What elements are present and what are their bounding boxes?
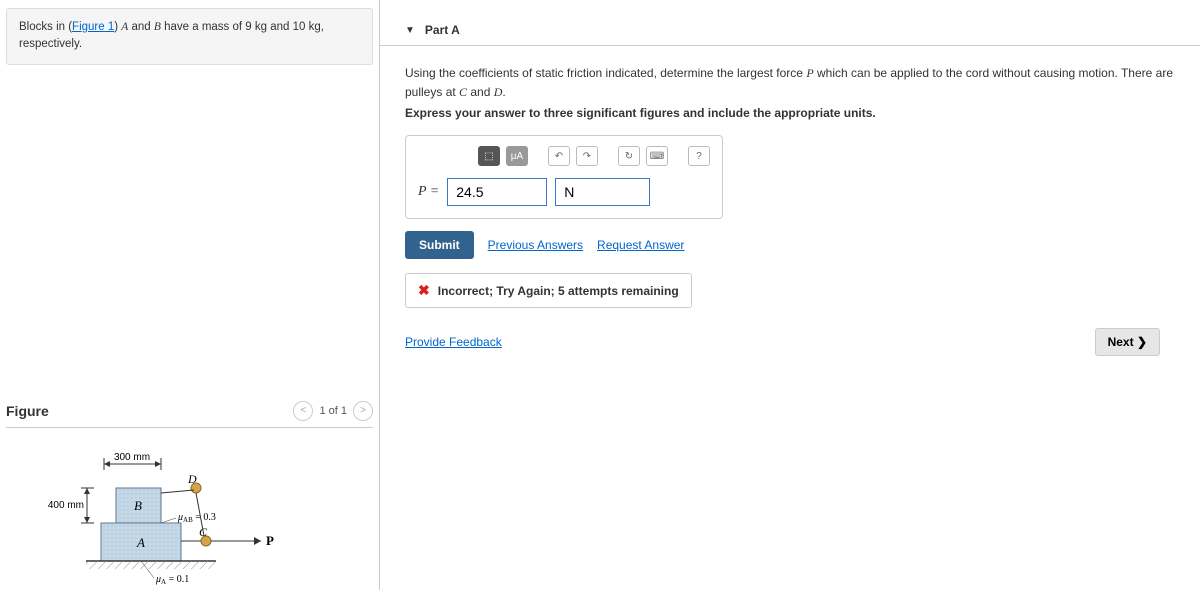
undo-button[interactable]: ↶ xyxy=(548,146,570,166)
label-p: P xyxy=(266,533,274,548)
problem-statement: Blocks in (Figure 1) A and B have a mass… xyxy=(6,8,373,65)
previous-answers-link[interactable]: Previous Answers xyxy=(488,238,583,252)
feedback-box: ✖ Incorrect; Try Again; 5 attempts remai… xyxy=(405,273,692,308)
help-button[interactable]: ? xyxy=(688,146,710,166)
provide-feedback-link[interactable]: Provide Feedback xyxy=(405,335,502,349)
value-input[interactable] xyxy=(447,178,547,206)
mu-a-button[interactable]: μA xyxy=(506,146,528,166)
var-b: B xyxy=(154,21,161,33)
instruction-2: Express your answer to three significant… xyxy=(405,106,1175,120)
feedback-text: Incorrect; Try Again; 5 attempts remaini… xyxy=(438,284,679,298)
dim-left: 400 mm xyxy=(48,500,84,511)
submit-button[interactable]: Submit xyxy=(405,231,474,259)
templates-button[interactable]: ⬚ xyxy=(478,146,500,166)
request-answer-link[interactable]: Request Answer xyxy=(597,238,684,252)
part-header[interactable]: ▼ Part A xyxy=(380,15,1200,46)
answer-zone: ⬚ μA ↶ ↷ ↻ ⌨ ? P = xyxy=(405,135,723,219)
next-button[interactable]: Next ❯ xyxy=(1095,328,1160,356)
label-a: A xyxy=(136,535,145,550)
figure-section: Figure < 1 of 1 > xyxy=(0,395,379,608)
redo-button[interactable]: ↷ xyxy=(576,146,598,166)
svg-text:μA = 0.1: μA = 0.1 xyxy=(155,574,189,586)
var-label: P = xyxy=(418,184,439,200)
figure-diagram: A B D C P xyxy=(66,448,373,608)
and1: and xyxy=(128,21,154,33)
keyboard-button[interactable]: ⌨ xyxy=(646,146,668,166)
problem-text-prefix: Blocks in ( xyxy=(19,21,72,33)
figure-nav-text: 1 of 1 xyxy=(319,405,347,417)
figure-link[interactable]: Figure 1 xyxy=(72,21,114,33)
unit-input[interactable] xyxy=(555,178,650,206)
dim-top: 300 mm xyxy=(114,452,150,463)
x-icon: ✖ xyxy=(418,282,430,299)
figure-prev-button[interactable]: < xyxy=(293,401,313,421)
caret-down-icon: ▼ xyxy=(405,25,415,36)
svg-text:μAB = 0.3: μAB = 0.3 xyxy=(177,512,216,524)
figure-title: Figure xyxy=(6,403,49,419)
instruction-1: Using the coefficients of static frictio… xyxy=(405,64,1175,102)
reset-button[interactable]: ↻ xyxy=(618,146,640,166)
part-title: Part A xyxy=(425,23,460,37)
label-b: B xyxy=(134,498,142,513)
figure-next-button[interactable]: > xyxy=(353,401,373,421)
label-d: D xyxy=(187,472,197,486)
